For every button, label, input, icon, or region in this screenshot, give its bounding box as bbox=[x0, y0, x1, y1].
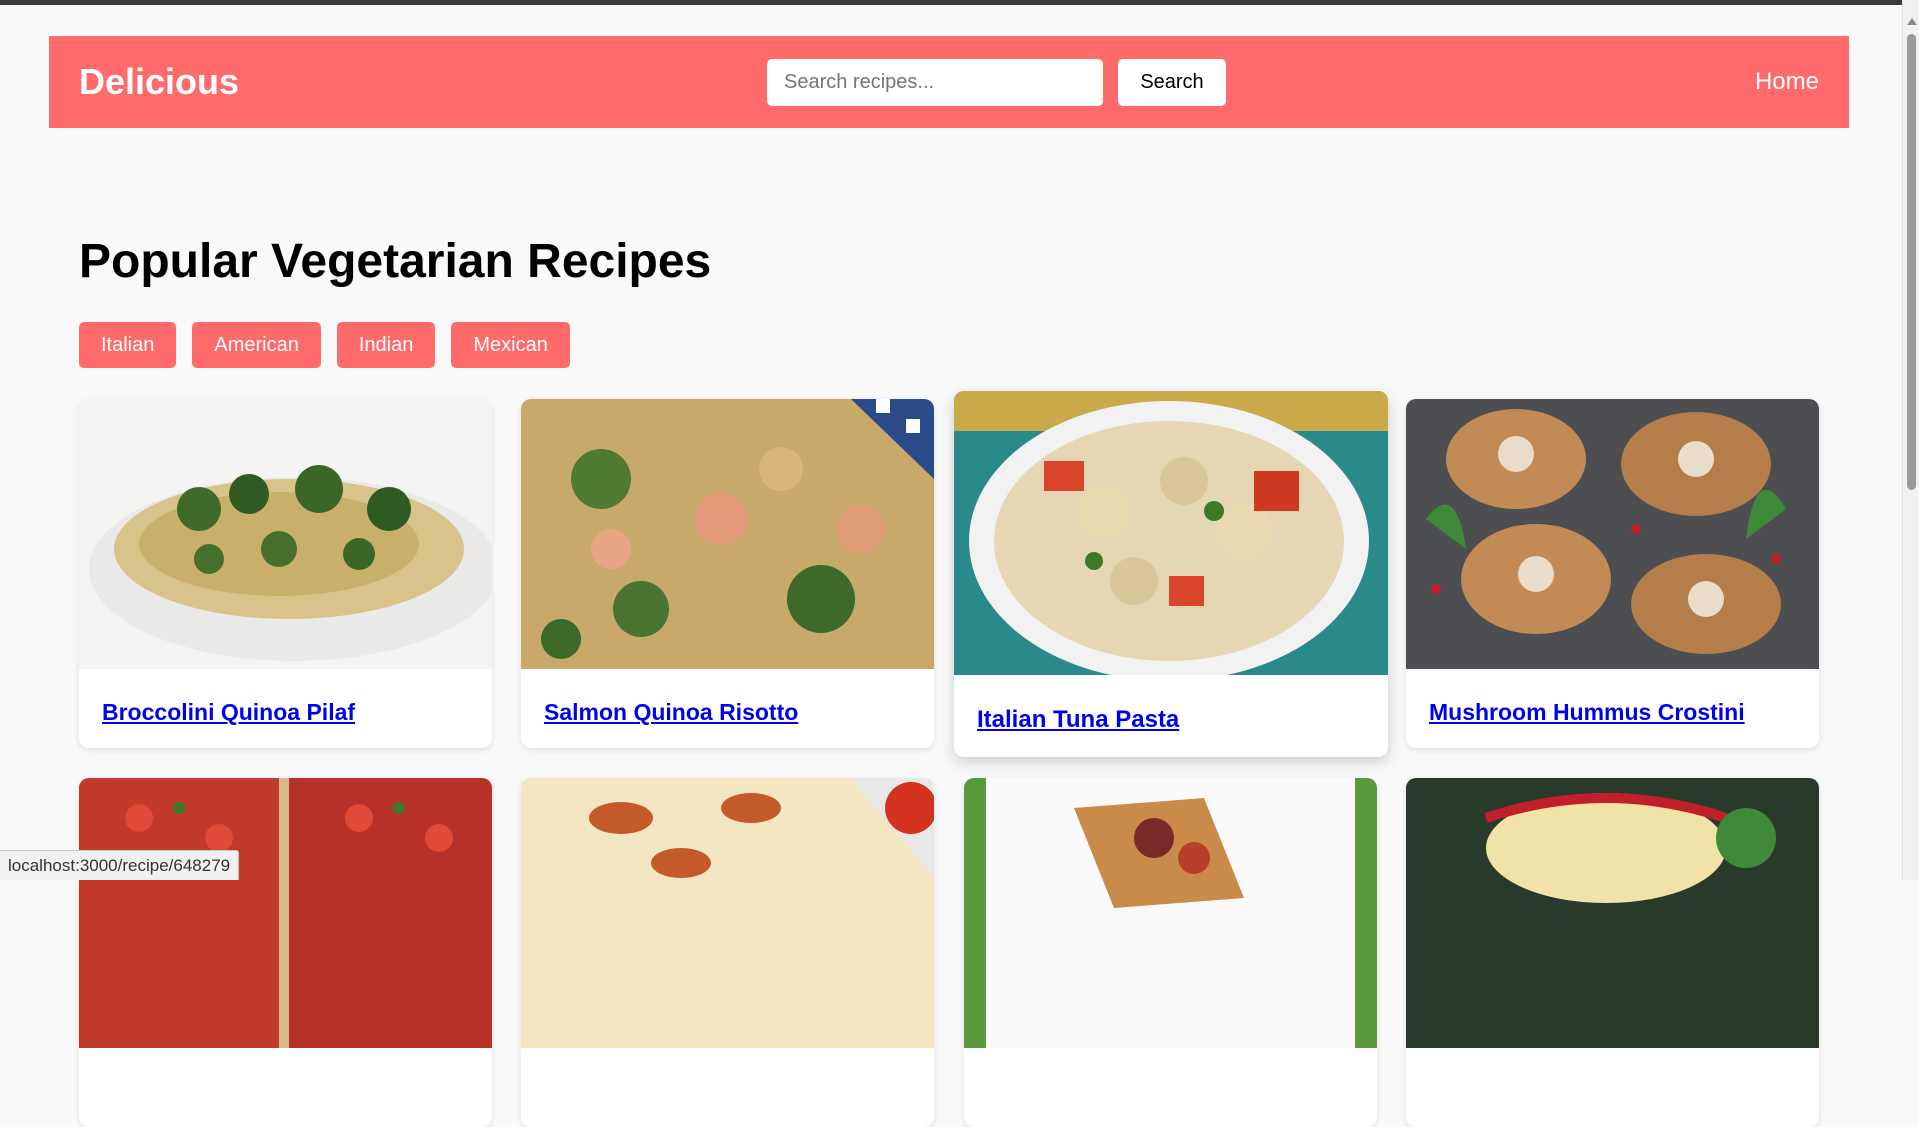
recipe-title-link[interactable]: Mushroom Hummus Crostini bbox=[1429, 699, 1745, 726]
scroll-up-arrow-icon[interactable] bbox=[1907, 18, 1917, 25]
cuisine-button-american[interactable]: American bbox=[192, 322, 320, 368]
recipe-title-link[interactable]: Salmon Quinoa Risotto bbox=[544, 699, 798, 726]
cuisine-filters: Italian American Indian Mexican bbox=[79, 322, 570, 368]
recipe-card[interactable]: Salmon Quinoa Risotto bbox=[521, 399, 934, 748]
recipe-image-italian-tuna-pasta[interactable] bbox=[954, 391, 1388, 675]
cuisine-button-italian[interactable]: Italian bbox=[79, 322, 176, 368]
recipe-title-link[interactable]: Broccolini Quinoa Pilaf bbox=[102, 699, 355, 726]
recipe-card[interactable]: Mushroom Hummus Crostini bbox=[1406, 399, 1819, 748]
cuisine-button-indian[interactable]: Indian bbox=[337, 322, 436, 368]
recipe-image[interactable] bbox=[79, 778, 492, 1048]
navbar: Delicious Search Home bbox=[49, 36, 1849, 128]
recipe-image-broccolini-quinoa-pilaf[interactable] bbox=[79, 399, 492, 669]
recipe-card[interactable] bbox=[1406, 778, 1819, 1127]
recipe-card[interactable] bbox=[79, 778, 492, 1127]
browser-top-strip bbox=[0, 0, 1919, 5]
search-input[interactable] bbox=[767, 59, 1103, 106]
recipe-card[interactable]: Italian Tuna Pasta bbox=[954, 391, 1388, 757]
status-bar-url: localhost:3000/recipe/648279 bbox=[0, 850, 239, 880]
recipe-image[interactable] bbox=[1406, 778, 1819, 1048]
brand-logo[interactable]: Delicious bbox=[79, 61, 239, 103]
vertical-scrollbar[interactable] bbox=[1902, 0, 1919, 880]
recipe-image[interactable] bbox=[964, 778, 1377, 1048]
recipe-image[interactable] bbox=[521, 778, 934, 1048]
cuisine-button-mexican[interactable]: Mexican bbox=[451, 322, 569, 368]
recipe-image-mushroom-hummus-crostini[interactable] bbox=[1406, 399, 1819, 669]
nav-home-link[interactable]: Home bbox=[1755, 67, 1819, 97]
recipe-card[interactable] bbox=[964, 778, 1377, 1127]
recipe-image-salmon-quinoa-risotto[interactable] bbox=[521, 399, 934, 669]
page-title: Popular Vegetarian Recipes bbox=[79, 234, 711, 290]
recipe-title-link[interactable]: Italian Tuna Pasta bbox=[977, 706, 1179, 734]
recipe-card[interactable]: Broccolini Quinoa Pilaf bbox=[79, 399, 492, 748]
search-button[interactable]: Search bbox=[1118, 59, 1226, 106]
scrollbar-thumb[interactable] bbox=[1907, 34, 1916, 490]
recipe-card[interactable] bbox=[521, 778, 934, 1127]
